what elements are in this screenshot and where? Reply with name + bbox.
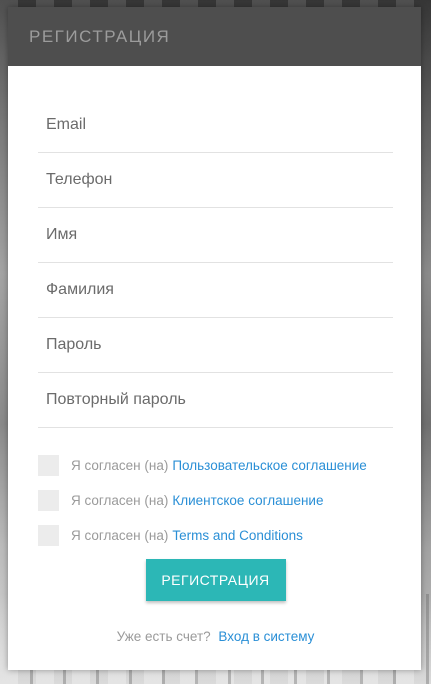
registration-modal: РЕГИСТРАЦИЯ Я согласен (на) Пользователь… [8, 7, 421, 670]
register-button[interactable]: РЕГИСТРАЦИЯ [145, 559, 286, 601]
agreement-row-user: Я согласен (на) Пользовательское соглаше… [38, 454, 393, 476]
phone-input[interactable] [46, 171, 376, 189]
agreements-list: Я согласен (на) Пользовательское соглаше… [38, 454, 393, 546]
agreement-prefix: Я согласен (на) [71, 457, 169, 473]
agreement-prefix: Я согласен (на) [71, 527, 169, 543]
login-link[interactable]: Вход в систему [218, 629, 314, 644]
first-name-input[interactable] [46, 226, 376, 244]
user-agreement-link[interactable]: Пользовательское соглашение [172, 458, 366, 473]
modal-title: РЕГИСТРАЦИЯ [29, 26, 171, 46]
email-field-row [38, 98, 393, 153]
first-name-field-row [38, 208, 393, 263]
last-name-input[interactable] [46, 281, 376, 299]
password-field-row [38, 318, 393, 373]
email-input[interactable] [46, 116, 376, 134]
repeat-password-input[interactable] [46, 391, 376, 409]
agreement-prefix: Я согласен (на) [71, 492, 169, 508]
agreement-row-client: Я согласен (на) Клиентское соглашение [38, 489, 393, 511]
password-input[interactable] [46, 336, 376, 354]
terms-checkbox[interactable] [38, 524, 59, 546]
registration-form: Я согласен (на) Пользовательское соглаше… [8, 66, 421, 644]
login-question: Уже есть счет? [116, 629, 211, 644]
login-prompt: Уже есть счет? Вход в систему [38, 629, 393, 644]
modal-header: РЕГИСТРАЦИЯ [8, 7, 421, 66]
agreement-row-terms: Я согласен (на) Terms and Conditions [38, 524, 393, 546]
terms-link[interactable]: Terms and Conditions [172, 528, 303, 543]
client-agreement-link[interactable]: Клиентское соглашение [172, 493, 323, 508]
last-name-field-row [38, 263, 393, 318]
repeat-password-field-row [38, 373, 393, 428]
submit-wrap: РЕГИСТРАЦИЯ [38, 559, 393, 601]
user-agreement-checkbox[interactable] [38, 454, 59, 476]
client-agreement-checkbox[interactable] [38, 489, 59, 511]
phone-field-row [38, 153, 393, 208]
